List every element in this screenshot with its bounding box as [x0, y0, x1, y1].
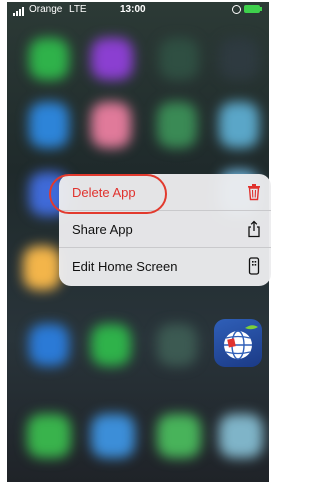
carrier-name: Orange [29, 4, 63, 15]
edit-home-screen-label: Edit Home Screen [72, 259, 178, 274]
globe-icon [224, 325, 258, 360]
trash-icon [248, 184, 260, 201]
delete-app-highlight-ring [49, 174, 167, 214]
signal-strength-icon [13, 7, 24, 16]
status-time: 13:00 [120, 4, 146, 15]
rotation-lock-icon [232, 5, 241, 14]
globe-app-icon[interactable] [214, 319, 262, 367]
battery-charging-icon [244, 5, 262, 13]
phone-icon [248, 257, 260, 275]
share-app-label: Share App [72, 222, 133, 237]
share-app-menu-item[interactable]: Share App [59, 211, 271, 248]
network-type: LTE [69, 4, 87, 15]
edit-home-screen-menu-item[interactable]: Edit Home Screen [59, 248, 271, 285]
share-icon [248, 220, 260, 238]
status-bar: Orange LTE 13:00 [7, 2, 269, 18]
